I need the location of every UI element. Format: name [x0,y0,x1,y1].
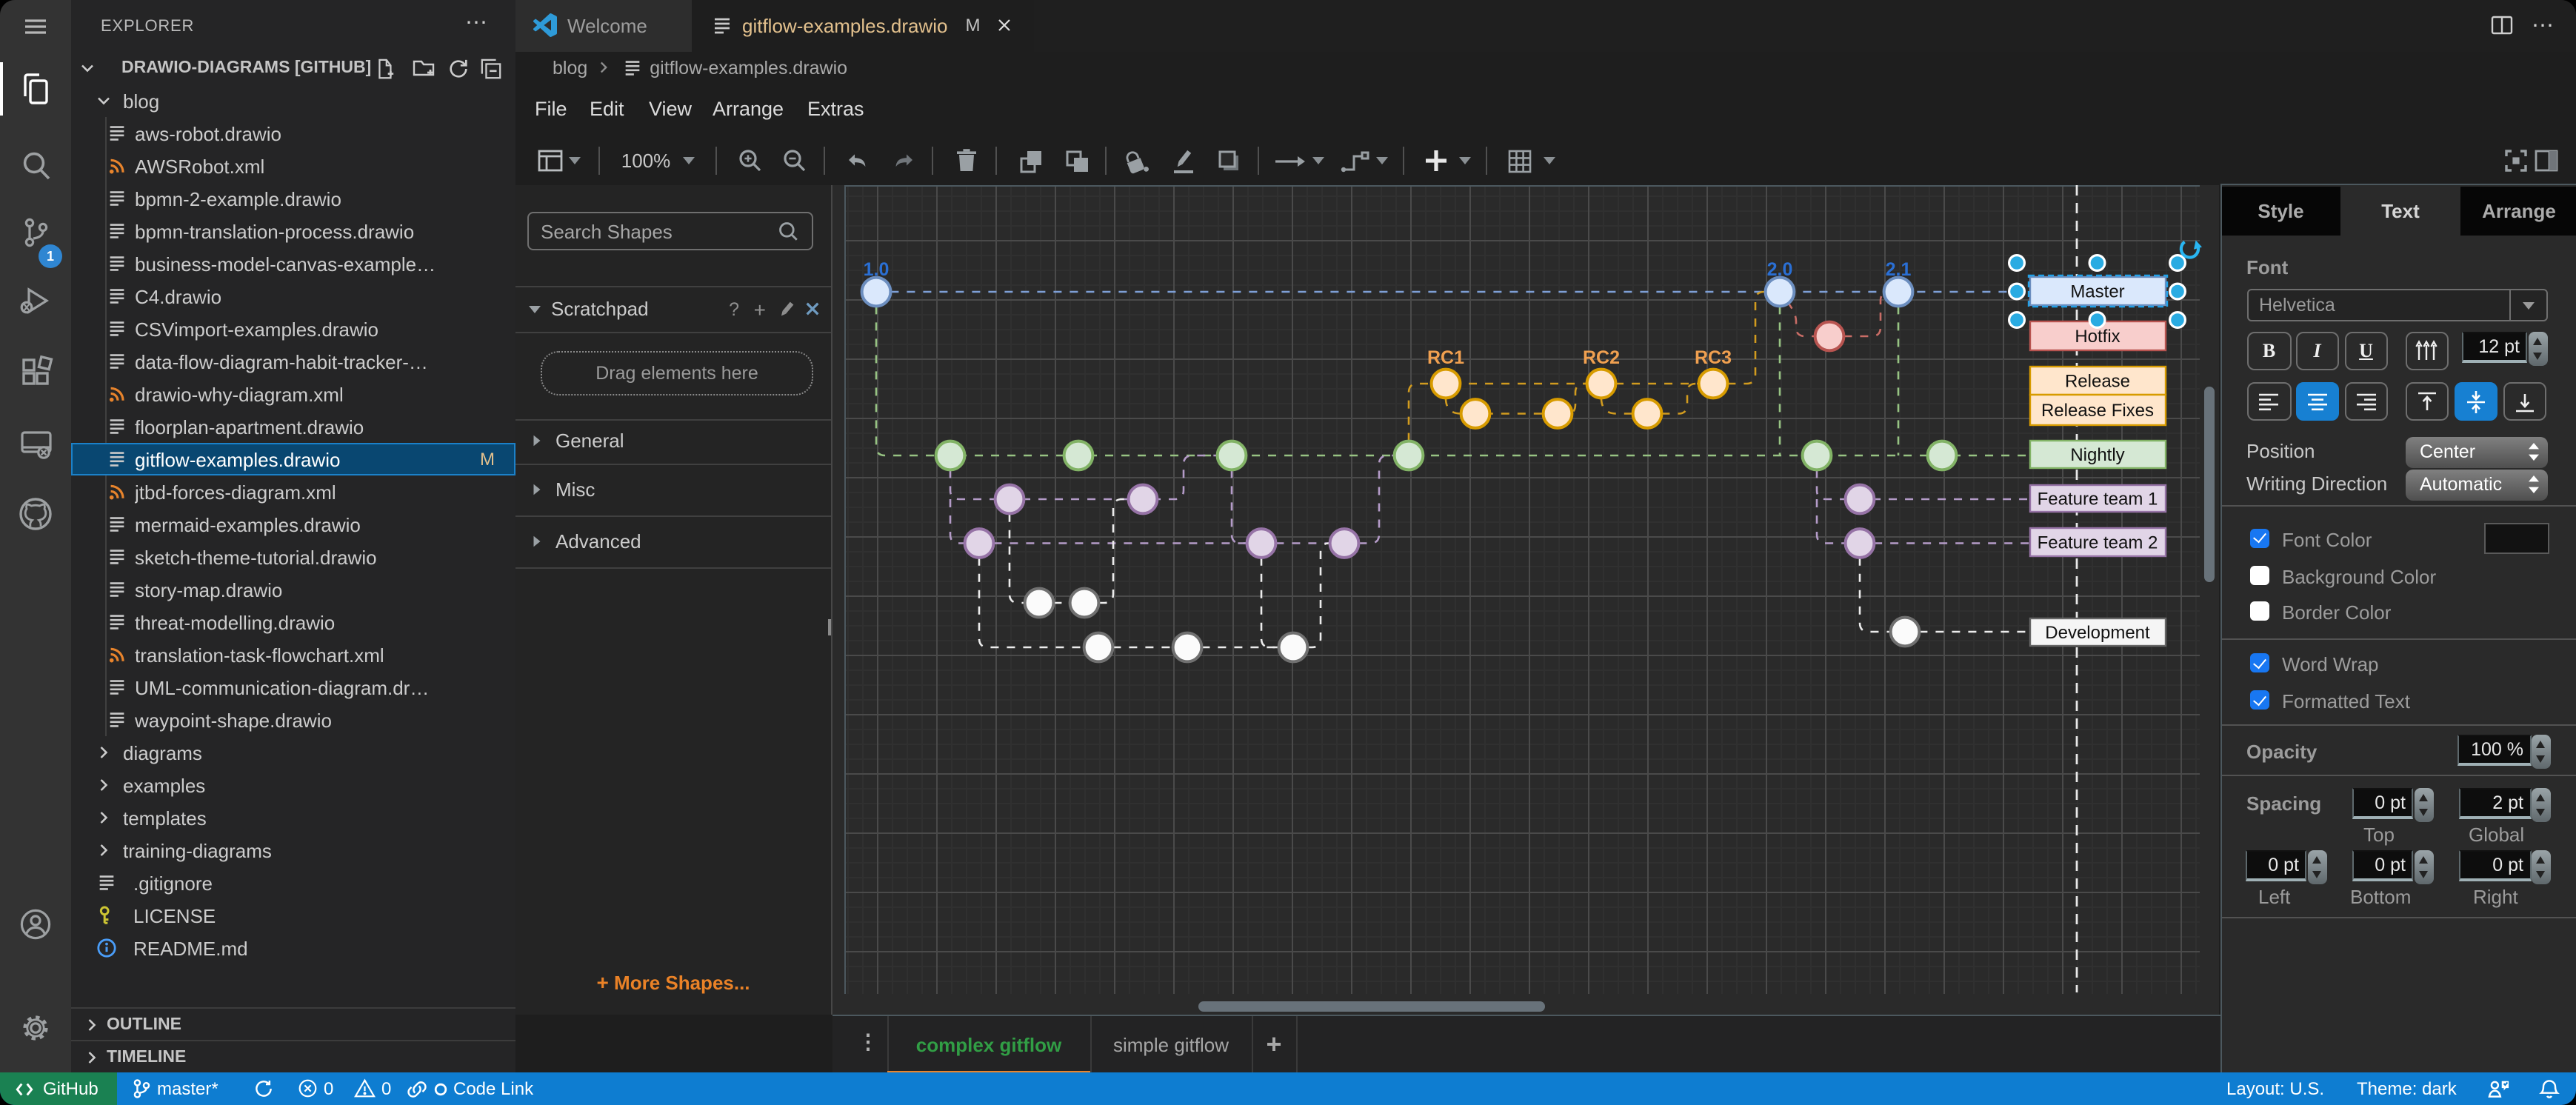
svg-text:Master: Master [2070,282,2124,302]
svg-text:Release Fixes: Release Fixes [2041,401,2154,421]
svg-text:RC1: RC1 [1427,347,1464,368]
svg-text:Nightly: Nightly [2070,445,2124,465]
svg-text:2.0: 2.0 [1767,259,1793,280]
svg-text:Feature team 1: Feature team 1 [2038,490,2158,510]
svg-text:Hotfix: Hotfix [2075,327,2120,347]
svg-text:Release: Release [2065,372,2130,392]
svg-text:Feature team 2: Feature team 2 [2038,533,2158,553]
svg-text:1.0: 1.0 [864,259,890,280]
svg-text:2.1: 2.1 [1886,259,1912,280]
svg-text:RC3: RC3 [1695,347,1732,368]
svg-text:RC2: RC2 [1583,347,1620,368]
svg-text:Development: Development [2045,623,2150,643]
